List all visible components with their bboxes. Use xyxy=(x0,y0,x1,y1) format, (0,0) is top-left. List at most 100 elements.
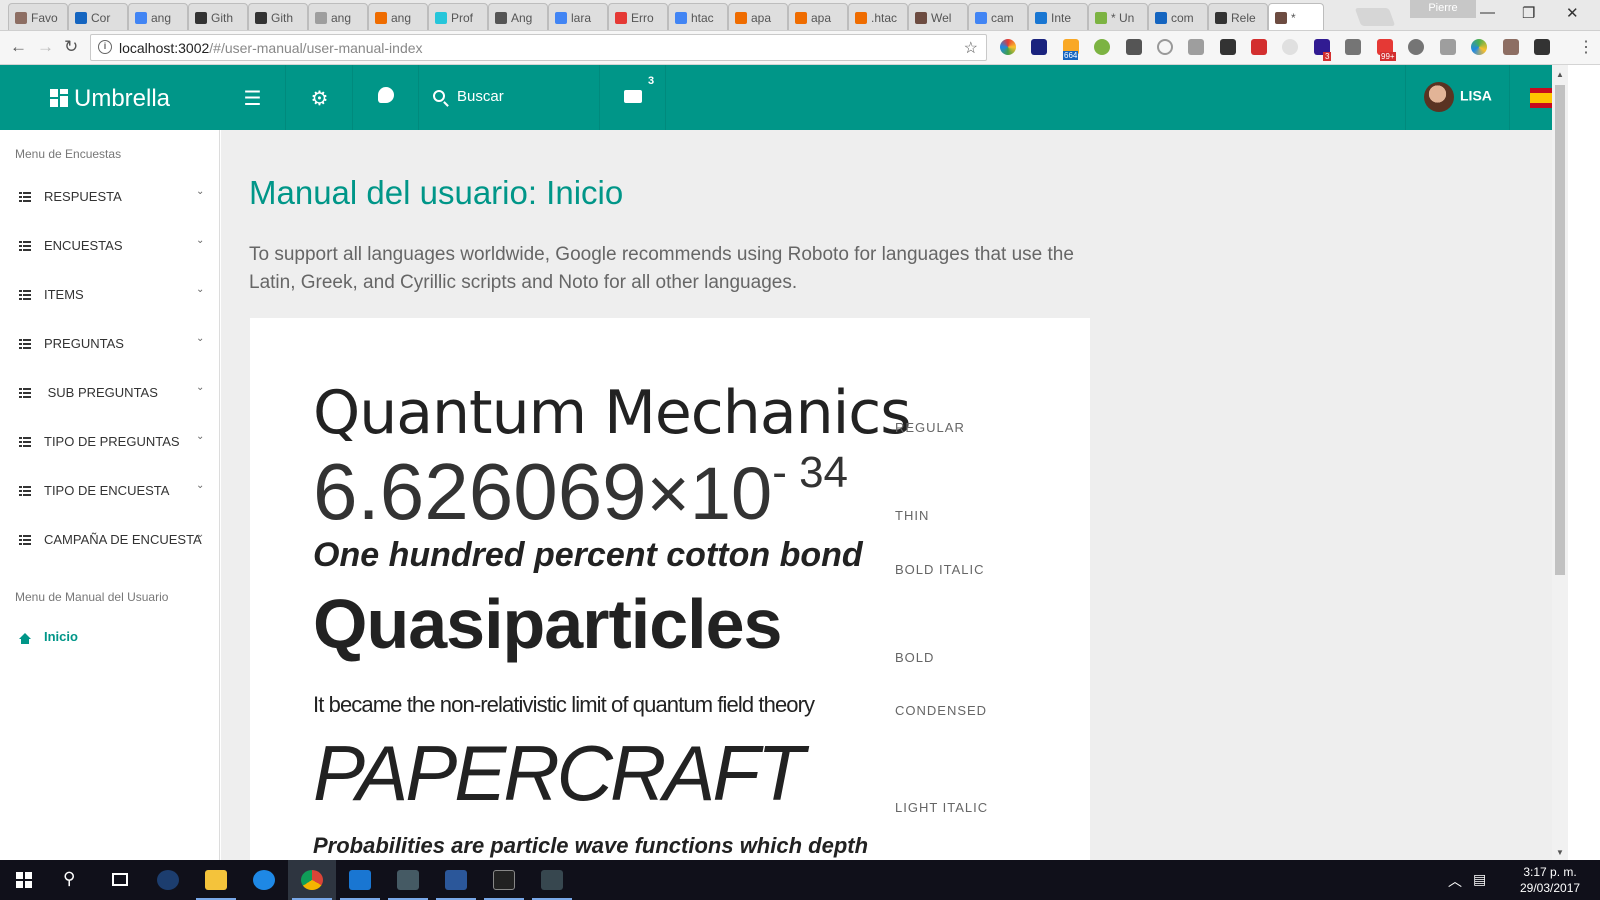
chevron-down-icon[interactable]: ⌄ xyxy=(196,284,204,295)
settings-button[interactable]: ⚙ xyxy=(287,65,353,130)
constant-times: ×10 xyxy=(646,452,773,535)
specimen-text: Probabilities are particle wave function… xyxy=(313,833,869,858)
book-extension-icon[interactable] xyxy=(1534,39,1550,55)
user-menu[interactable]: LISA xyxy=(1405,65,1510,130)
taskbar-app-terminal[interactable] xyxy=(480,860,528,900)
tab-favicon-icon xyxy=(1035,12,1047,24)
m-extension-icon[interactable] xyxy=(1345,39,1361,55)
mail-button[interactable] xyxy=(600,65,666,130)
task-view-button[interactable] xyxy=(96,860,144,900)
specimen-style-label: BOLD xyxy=(895,650,935,665)
chevron-down-icon[interactable]: ⌄ xyxy=(196,382,204,393)
start-button[interactable] xyxy=(0,860,48,900)
browser-tab[interactable]: com xyxy=(1148,3,1208,30)
taskbar-app-word[interactable] xyxy=(432,860,480,900)
chevron-down-icon[interactable]: ⌄ xyxy=(196,480,204,491)
chevron-down-icon[interactable]: ⌄ xyxy=(196,529,204,540)
v-extension-icon[interactable] xyxy=(1440,39,1456,55)
sidebar-item-items[interactable]: ITEMS ⌄ xyxy=(0,284,219,336)
browser-tab[interactable]: Prof xyxy=(428,3,488,30)
browser-tab[interactable]: * xyxy=(1268,3,1324,30)
theme-button[interactable] xyxy=(353,65,419,130)
browser-tab[interactable]: ang xyxy=(128,3,188,30)
browser-menu-icon[interactable]: ⋮ xyxy=(1578,37,1594,57)
sidebar-item-inicio[interactable]: Inicio xyxy=(19,629,78,644)
sidebar-item-respuesta[interactable]: RESPUESTA ⌄ xyxy=(0,186,219,238)
scroll-up-icon[interactable]: ▲ xyxy=(1556,70,1564,79)
wordpress-extension-icon[interactable] xyxy=(1408,39,1424,55)
browser-tab[interactable]: Wel xyxy=(908,3,968,30)
profile-chip[interactable]: Pierre xyxy=(1410,0,1476,18)
browser-tab[interactable]: htac xyxy=(668,3,728,30)
browser-tab[interactable]: ang xyxy=(308,3,368,30)
sidebar-item-campaña-de-encuesta[interactable]: CAMPAÑA DE ENCUESTA ⌄ xyxy=(0,529,219,581)
gray-extension-icon[interactable] xyxy=(1282,39,1298,55)
menu-toggle-button[interactable]: ☰ xyxy=(220,65,286,130)
back-icon[interactable]: ← xyxy=(10,37,27,57)
scroll-thumb[interactable] xyxy=(1555,85,1565,575)
browser-tab[interactable]: Favo xyxy=(8,3,68,30)
browser-tab[interactable]: Ang xyxy=(488,3,548,30)
chevron-down-icon[interactable]: ⌄ xyxy=(196,431,204,442)
minimize-icon[interactable]: — xyxy=(1480,4,1495,21)
sidebar-item-preguntas[interactable]: PREGUNTAS ⌄ xyxy=(0,333,219,385)
forward-icon[interactable]: → xyxy=(37,37,54,57)
sidebar-item-tipo-de-preguntas[interactable]: TIPO DE PREGUNTAS ⌄ xyxy=(0,431,219,483)
search-box[interactable]: Buscar xyxy=(420,65,600,130)
browser-tab[interactable]: lara xyxy=(548,3,608,30)
sidebar-item-sub-preguntas[interactable]: SUB PREGUNTAS ⌄ xyxy=(0,382,219,434)
browser-tab[interactable]: Gith xyxy=(188,3,248,30)
tools-extension-icon[interactable] xyxy=(1503,39,1519,55)
constant-base: 6.626069 xyxy=(313,447,647,536)
taskbar-app-edge[interactable] xyxy=(240,860,288,900)
taskbar-app-sql-server[interactable] xyxy=(384,860,432,900)
circle-extension-icon[interactable] xyxy=(1157,39,1173,55)
new-tab-button[interactable] xyxy=(1354,8,1396,26)
brand[interactable]: Umbrella xyxy=(50,85,170,113)
show-hidden-icons-icon[interactable]: ︿ xyxy=(1448,871,1462,891)
notifications-icon[interactable]: ▤ xyxy=(1473,871,1486,888)
browser-tab[interactable]: apa xyxy=(728,3,788,30)
reload-icon[interactable]: ↻ xyxy=(64,37,78,57)
browser-tab[interactable]: cam xyxy=(968,3,1028,30)
tab-favicon-icon xyxy=(435,12,447,24)
bookmark-star-icon[interactable]: ☆ xyxy=(964,38,978,58)
chevron-down-icon[interactable]: ⌄ xyxy=(196,333,204,344)
info-icon[interactable]: i xyxy=(98,40,112,54)
restore-icon[interactable]: ❐ xyxy=(1522,4,1535,22)
chrome-extension-icon[interactable] xyxy=(1471,39,1487,55)
chevron-down-icon[interactable]: ⌄ xyxy=(196,235,204,246)
scroll-down-icon[interactable]: ▼ xyxy=(1556,848,1564,857)
green-dot-extension-icon[interactable] xyxy=(1094,39,1110,55)
cors-extension-icon[interactable] xyxy=(1251,39,1267,55)
page-scrollbar[interactable]: ▲ ▼ xyxy=(1552,65,1568,860)
browser-tab[interactable]: .htac xyxy=(848,3,908,30)
browser-tab[interactable]: Rele xyxy=(1208,3,1268,30)
browser-tab[interactable]: apa xyxy=(788,3,848,30)
browser-tab[interactable]: Erro xyxy=(608,3,668,30)
monitor-extension-icon[interactable] xyxy=(1220,39,1236,55)
cube-extension-icon[interactable] xyxy=(1188,39,1204,55)
taskbar-app-settings[interactable] xyxy=(144,860,192,900)
taskbar-app-vscode[interactable] xyxy=(336,860,384,900)
color-extension-icon[interactable] xyxy=(1000,39,1016,55)
taskbar-app-chrome[interactable] xyxy=(288,860,336,900)
address-bar[interactable]: i localhost:3002/#/user-manual/user-manu… xyxy=(90,34,987,61)
sidebar-item-encuestas[interactable]: ENCUESTAS ⌄ xyxy=(0,235,219,287)
browser-tab[interactable]: * Un xyxy=(1088,3,1148,30)
tab-favicon-icon xyxy=(915,12,927,24)
browser-tab[interactable]: ang xyxy=(368,3,428,30)
taskbar-app-sublime[interactable] xyxy=(528,860,576,900)
sidebar-section-title: Menu de Manual del Usuario xyxy=(15,590,169,604)
taskbar-app-explorer[interactable] xyxy=(192,860,240,900)
n-extension-icon[interactable] xyxy=(1031,39,1047,55)
taskbar-search-button[interactable]: ⚲ xyxy=(48,860,96,900)
system-clock[interactable]: 3:17 p. m. 29/03/2017 xyxy=(1520,864,1580,896)
browser-tab[interactable]: Cor xyxy=(68,3,128,30)
browser-tab[interactable]: Gith xyxy=(248,3,308,30)
close-icon[interactable]: ✕ xyxy=(1566,4,1579,22)
chevron-down-icon[interactable]: ⌄ xyxy=(196,186,204,197)
jb-extension-icon[interactable] xyxy=(1126,39,1142,55)
browser-tab[interactable]: Inte xyxy=(1028,3,1088,30)
sidebar-item-tipo-de-encuesta[interactable]: TIPO DE ENCUESTA ⌄ xyxy=(0,480,219,532)
